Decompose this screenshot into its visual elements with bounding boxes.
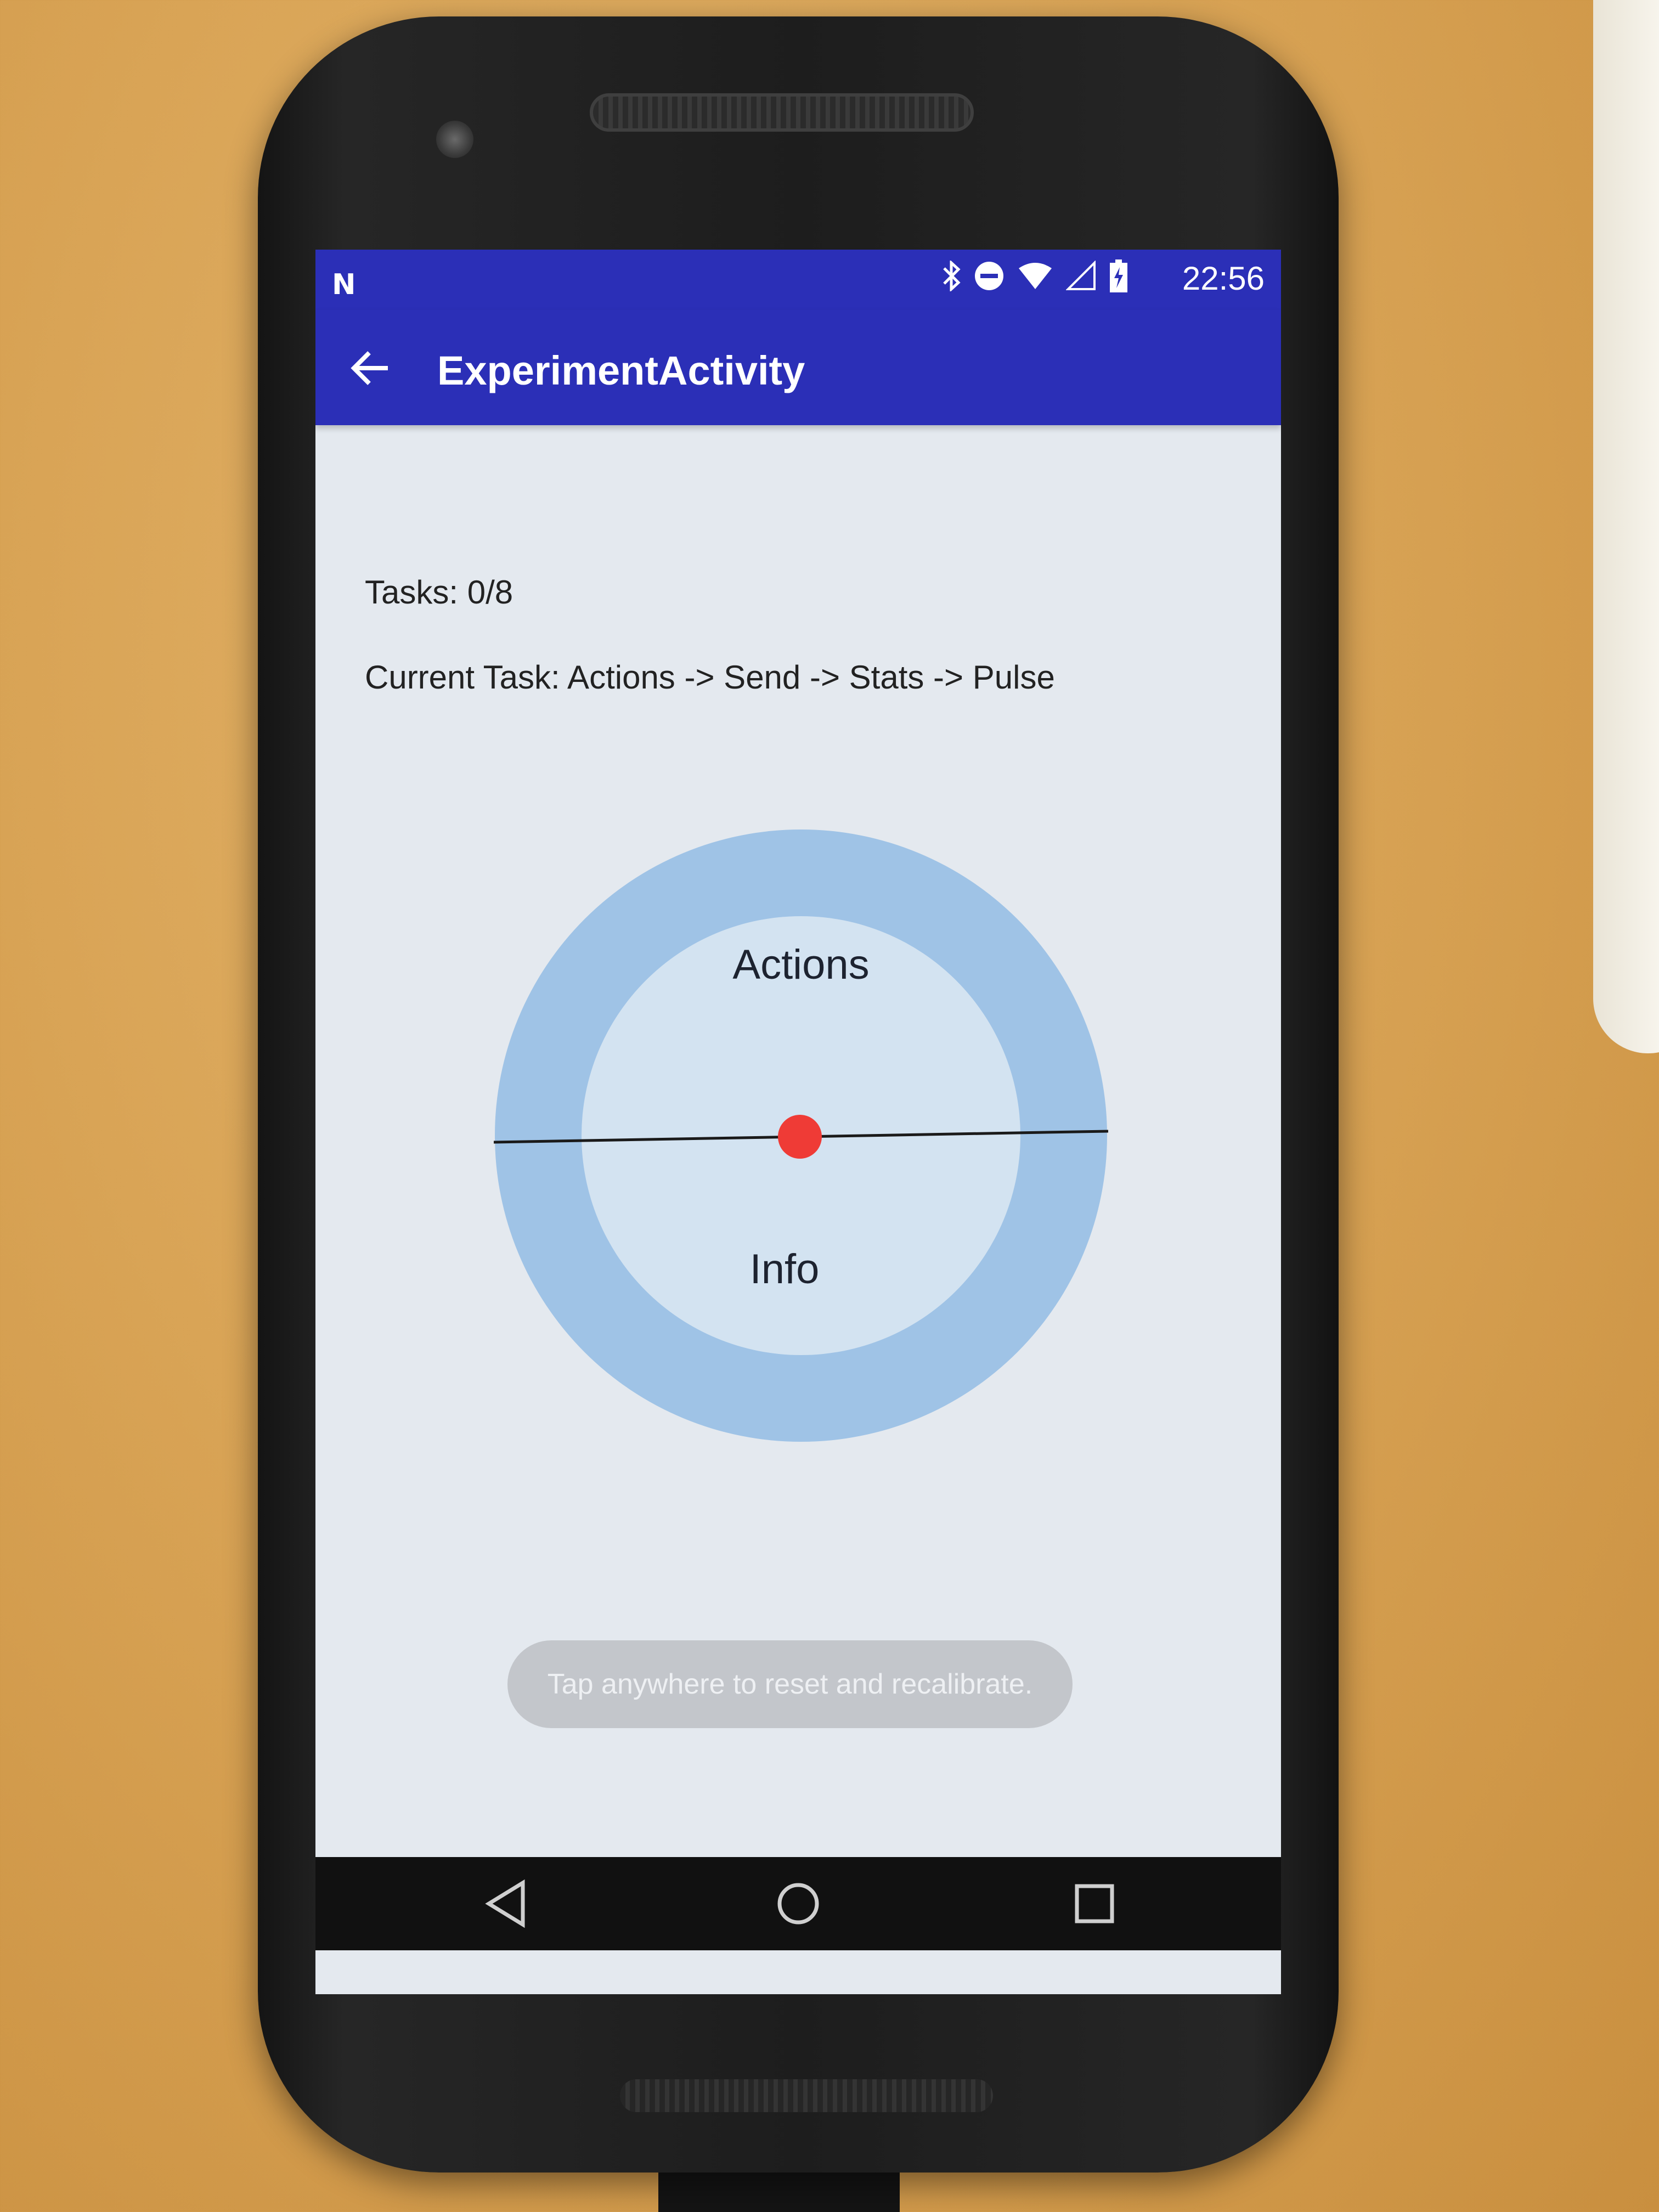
home-circle-icon[interactable]: [771, 1876, 826, 1931]
pie-menu-dial[interactable]: Actions Info: [494, 828, 1108, 1443]
notification-n-icon: N: [332, 268, 356, 301]
app-bar: ExperimentActivity: [315, 310, 1281, 425]
back-triangle-icon[interactable]: [480, 1876, 535, 1931]
status-icons: [942, 259, 1127, 292]
dial-pointer-dot: [778, 1115, 822, 1159]
desk-object: [1593, 0, 1659, 1053]
bottom-speaker: [620, 2079, 993, 2112]
app-title: ExperimentActivity: [437, 348, 805, 393]
dial-graphic: [494, 830, 1108, 1442]
do-not-disturb-icon: [975, 262, 1003, 290]
current-task-label: Current Task: Actions -> Send -> Stats -…: [365, 659, 1055, 696]
tasks-progress-label: Tasks: 0/8: [365, 574, 514, 611]
status-bar: N 22:56: [315, 250, 1281, 310]
battery-charging-icon: [1110, 259, 1127, 292]
dial-option-actions[interactable]: Actions: [494, 941, 1108, 989]
recents-square-icon[interactable]: [1067, 1876, 1122, 1931]
bluetooth-icon: [943, 261, 961, 291]
navigation-bar: [315, 1857, 1281, 1950]
arrow-back-icon[interactable]: [343, 341, 398, 396]
phone-device: N 22:56 ExperimentActivity Tasks: 0/8 Cu…: [258, 16, 1339, 2172]
wifi-icon: [1019, 263, 1052, 289]
status-time: 22:56: [1182, 260, 1265, 297]
signal-icon: [1066, 261, 1096, 290]
toast-message: Tap anywhere to reset and recalibrate.: [507, 1640, 1073, 1728]
front-camera: [436, 121, 473, 158]
earpiece-speaker: [590, 93, 974, 132]
dial-option-info[interactable]: Info: [494, 1245, 1075, 1293]
screen[interactable]: N 22:56 ExperimentActivity Tasks: 0/8 Cu…: [315, 250, 1281, 1994]
